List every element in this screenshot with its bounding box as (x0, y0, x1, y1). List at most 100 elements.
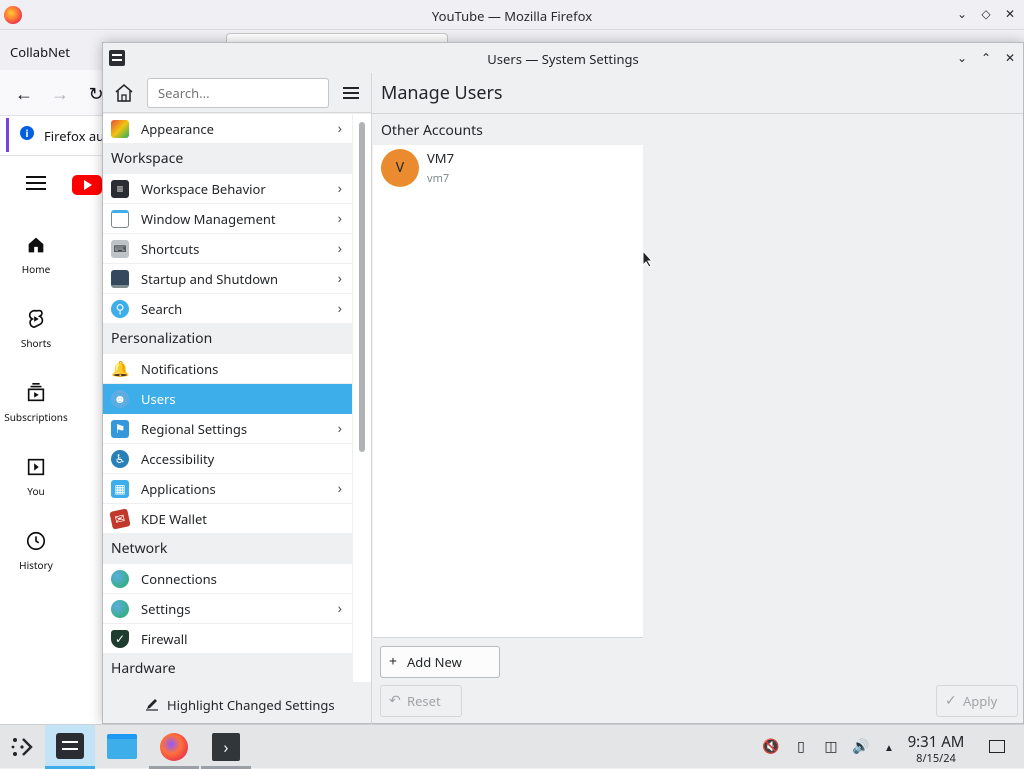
youtube-nav-you[interactable]: You (0, 456, 72, 498)
sidebar-item-accessibility[interactable]: ♿ Accessibility (103, 444, 352, 474)
usb-device-icon[interactable]: ▯ (792, 738, 810, 756)
sidebar-item-window-management[interactable]: Window Management › (103, 204, 352, 234)
sidebar-item-firewall[interactable]: ✓ Firewall (103, 624, 352, 654)
sidebar-divider (371, 73, 372, 725)
sidebar-item-label: Users (141, 390, 176, 408)
chevron-right-icon: › (337, 119, 342, 138)
sidebar-item-label: Regional Settings (141, 420, 248, 438)
highlight-changed-area: Highlight Changed Settings (103, 683, 371, 725)
sidebar-item-label: Firewall (141, 630, 188, 648)
add-new-user-button[interactable]: + Add New User (380, 646, 500, 701)
notification-accent (6, 118, 9, 152)
youtube-nav-subscriptions[interactable]: Subscriptions (0, 382, 72, 424)
maximize-icon[interactable]: ⌃ (977, 49, 995, 67)
chevron-right-icon: › (337, 209, 342, 228)
sidebar-item-label: Window Management (141, 210, 276, 228)
terminal-icon: › (212, 733, 240, 761)
accessibility-icon: ♿ (111, 450, 129, 468)
highlight-changed-settings-button[interactable]: Highlight Changed Settings (143, 694, 335, 716)
info-icon: i (20, 126, 34, 140)
highlight-changed-label: Highlight Changed Settings (167, 696, 335, 714)
reset-label: Reset (407, 692, 441, 710)
search-input[interactable] (147, 78, 329, 108)
youtube-nav-label: Subscriptions (4, 410, 68, 424)
hamburger-menu-icon[interactable] (343, 87, 359, 101)
taskbar-terminal[interactable]: › (201, 725, 251, 769)
applications-icon: ▦ (111, 480, 129, 498)
globe-icon (111, 600, 129, 618)
tray-expand-icon[interactable]: ▲ (880, 738, 898, 756)
youtube-nav-label: Home (21, 262, 51, 276)
keyboard-icon: ⌨ (111, 240, 129, 258)
chevron-right-icon: › (337, 479, 342, 498)
sidebar-item-label: Shortcuts (141, 240, 200, 258)
youtube-nav-home[interactable]: Home (0, 234, 72, 276)
home-icon[interactable] (114, 83, 134, 103)
sidebar-item-users[interactable]: ☻ Users (103, 384, 352, 414)
sidebar-header (103, 73, 371, 113)
apply-button[interactable]: ✓ Apply (936, 685, 1018, 717)
chevron-right-icon: › (337, 269, 342, 288)
system-settings-icon (56, 733, 84, 759)
mouse-cursor-icon (642, 250, 654, 268)
firefox-window-title: YouTube — Mozilla Firefox (431, 7, 593, 25)
youtube-nav-shorts[interactable]: Shorts (0, 308, 72, 350)
taskbar-file-manager[interactable] (97, 725, 147, 769)
category-network: Network (103, 534, 352, 564)
sidebar-scrollbar[interactable] (352, 114, 371, 682)
chevron-right-icon: › (337, 419, 342, 438)
maximize-icon[interactable]: ◇ (978, 6, 994, 22)
youtube-nav-history[interactable]: History (0, 530, 72, 572)
minimize-icon[interactable]: ⌄ (954, 6, 970, 22)
sidebar-item-connections[interactable]: Connections (103, 564, 352, 594)
youtube-menu-icon[interactable] (26, 176, 46, 192)
startup-shutdown-icon (111, 270, 129, 288)
sidebar-item-network-settings[interactable]: Settings › (103, 594, 352, 624)
settings-titlebar: Users — System Settings ⌄ ⌃ ✕ (103, 43, 1023, 73)
sidebar-item-label: Notifications (141, 360, 219, 378)
sidebar-item-regional-settings[interactable]: ⚑ Regional Settings › (103, 414, 352, 444)
forward-icon[interactable]: → (50, 84, 70, 104)
list-item[interactable]: V VM7 vm7 (373, 145, 643, 191)
user-name: VM7 (427, 149, 455, 167)
system-settings-window: Users — System Settings ⌄ ⌃ ✕ Appearance… (102, 42, 1024, 725)
sidebar-item-kde-wallet[interactable]: ✉ KDE Wallet (103, 504, 352, 534)
undo-icon: ↶ (389, 691, 401, 710)
volume-icon[interactable]: 🔊 (852, 738, 870, 756)
avatar: V (381, 149, 419, 187)
sidebar-item-startup-shutdown[interactable]: Startup and Shutdown › (103, 264, 352, 294)
sidebar-item-notifications[interactable]: 🔔 Notifications (103, 354, 352, 384)
minimize-icon[interactable]: ⌄ (953, 49, 971, 67)
show-desktop-icon[interactable] (988, 738, 1006, 756)
section-label: Other Accounts (381, 121, 483, 140)
you-icon (27, 458, 45, 476)
clock-date[interactable]: 8/15/24 (900, 751, 972, 766)
sidebar-item-applications[interactable]: ▦ Applications › (103, 474, 352, 504)
page-title: Manage Users (381, 81, 503, 105)
close-icon[interactable]: ✕ (1001, 49, 1019, 67)
sidebar-item-appearance[interactable]: Appearance › (103, 114, 352, 144)
close-icon[interactable]: ✕ (1002, 6, 1018, 22)
chevron-right-icon: › (337, 299, 342, 318)
notification-text: Firefox au (44, 127, 105, 145)
taskbar-firefox[interactable] (149, 725, 199, 769)
bell-icon: 🔔 (111, 359, 130, 379)
tab-collabnet[interactable]: CollabNet (10, 43, 70, 61)
application-launcher-button[interactable] (0, 725, 50, 769)
apply-label: Apply (963, 692, 998, 710)
sidebar-item-shortcuts[interactable]: ⌨ Shortcuts › (103, 234, 352, 264)
sidebar-item-label: Search (141, 300, 183, 318)
sidebar-item-label: Workspace Behavior (141, 180, 266, 198)
header-divider (372, 113, 1023, 114)
sidebar-item-workspace-behavior[interactable]: ≡ Workspace Behavior › (103, 174, 352, 204)
taskbar-system-settings[interactable] (45, 725, 95, 769)
sidebar-item-search[interactable]: ⚲ Search › (103, 294, 352, 324)
reset-button[interactable]: ↶ Reset (380, 685, 462, 717)
muted-microphone-icon[interactable]: 🔇 (762, 738, 780, 756)
youtube-nav-label: You (27, 484, 45, 498)
clock-time[interactable]: 9:31 AM (900, 732, 972, 752)
back-icon[interactable]: ← (14, 84, 34, 104)
youtube-logo-icon[interactable] (72, 175, 102, 195)
scrollbar-thumb[interactable] (359, 122, 365, 452)
network-icon[interactable]: ◫ (822, 738, 840, 756)
